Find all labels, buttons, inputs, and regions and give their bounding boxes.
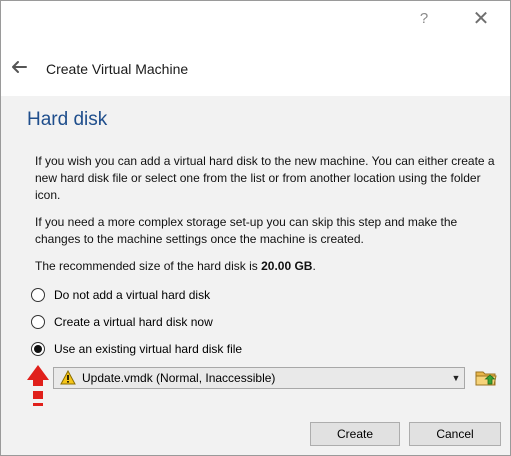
disk-file-select[interactable]: Update.vmdk (Normal, Inaccessible) ▼ — [53, 367, 465, 389]
folder-icon[interactable] — [475, 368, 497, 388]
radio-existing-disk[interactable] — [31, 342, 45, 356]
option-create-disk-label: Create a virtual hard disk now — [54, 315, 213, 329]
intro-paragraph: If you wish you can add a virtual hard d… — [35, 154, 495, 202]
wizard-header: Create Virtual Machine — [1, 51, 510, 87]
cancel-button[interactable]: Cancel — [409, 422, 501, 446]
title-bar: ? ✕ — [1, 1, 510, 35]
option-existing-disk-label: Use an existing virtual hard disk file — [54, 342, 243, 356]
warning-icon — [60, 370, 76, 385]
storage-paragraph: If you need a more complex storage set-u… — [35, 215, 458, 246]
create-button[interactable]: Create — [310, 422, 400, 446]
disk-file-value: Update.vmdk (Normal, Inaccessible) — [82, 371, 276, 385]
back-arrow-icon[interactable] — [9, 57, 29, 77]
option-no-disk-label: Do not add a virtual hard disk — [54, 288, 211, 302]
recommended-size-text: The recommended size of the hard disk is… — [35, 258, 495, 275]
chevron-down-icon[interactable]: ▼ — [448, 373, 464, 383]
option-no-disk[interactable]: Do not add a virtual hard disk — [31, 285, 210, 305]
radio-no-disk[interactable] — [31, 288, 45, 302]
radio-create-disk[interactable] — [31, 315, 45, 329]
help-button[interactable]: ? — [409, 7, 439, 29]
content-panel: Hard disk If you wish you can add a virt… — [1, 96, 510, 421]
option-existing-disk[interactable]: Use an existing virtual hard disk file — [31, 339, 242, 359]
dialog-footer: Create Cancel — [1, 406, 510, 455]
option-create-disk[interactable]: Create a virtual hard disk now — [31, 312, 213, 332]
recommended-suffix: . — [312, 259, 316, 273]
close-button[interactable]: ✕ — [466, 7, 496, 30]
recommended-prefix: The recommended size of the hard disk is — [35, 259, 262, 273]
wizard-title: Create Virtual Machine — [46, 61, 189, 77]
recommended-size: 20.00 GB — [261, 259, 313, 273]
page-title: Hard disk — [27, 109, 108, 130]
create-vm-dialog: ? ✕ Create Virtual Machine Hard disk If … — [0, 0, 511, 456]
